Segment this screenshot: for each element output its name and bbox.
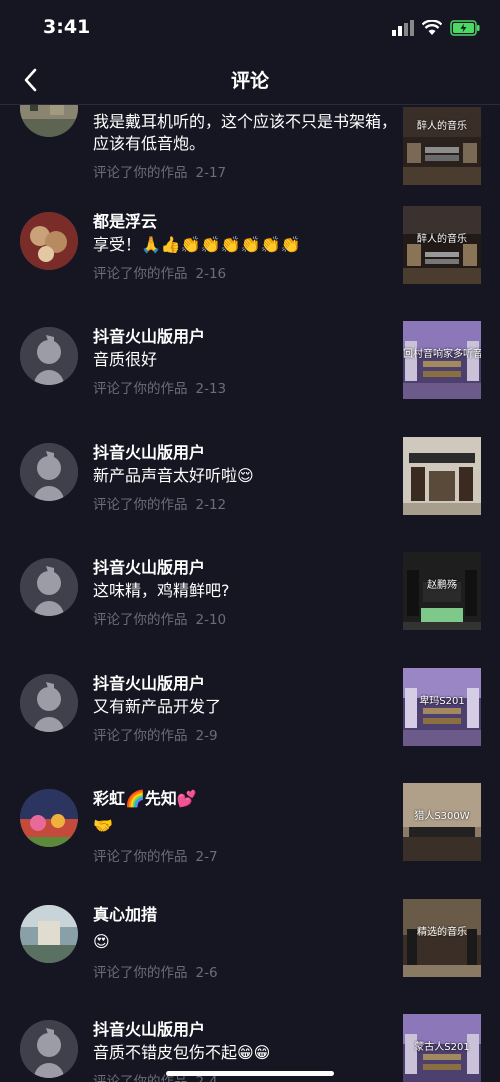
video-thumbnail[interactable]: 醉人的音乐 <box>403 206 481 284</box>
video-thumbnail[interactable]: 猎人S300W <box>403 783 481 861</box>
comment-text: 又有新产品开发了 <box>93 697 222 716</box>
status-icons <box>392 19 480 40</box>
comment-date: 2-6 <box>195 965 218 981</box>
comment-date: 2-9 <box>195 728 218 744</box>
user-name[interactable]: 抖音火山版用户 <box>93 439 205 463</box>
comment-date: 2-12 <box>195 497 227 513</box>
default-avatar-icon <box>20 443 78 501</box>
list-item[interactable]: 抖音火山版用户 这味精，鸡精鲜吧? 评论了你的作品 2-10 赵鹏殇 <box>0 552 500 674</box>
user-name[interactable]: 抖音火山版用户 <box>93 670 205 694</box>
meta-label: 评论了你的作品 <box>93 266 188 282</box>
video-thumbnail[interactable]: 醉人的音乐 <box>403 107 481 185</box>
avatar[interactable] <box>20 1020 78 1078</box>
list-item[interactable]: 真心加措 😍 评论了你的作品 2-6 精选的音乐 <box>0 899 500 1021</box>
user-name[interactable]: 抖音火山版用户 <box>93 323 205 347</box>
avatar[interactable] <box>20 558 78 616</box>
list-item[interactable]: 抖音火山版用户 又有新产品开发了 评论了你的作品 2-9 卑玛S201 <box>0 668 500 790</box>
page-title: 评论 <box>230 70 269 92</box>
user-name[interactable]: 抖音火山版用户 <box>93 554 205 578</box>
avatar[interactable] <box>20 105 78 137</box>
user-name[interactable]: 抖音火山版用户 <box>93 1016 205 1040</box>
default-avatar-icon <box>20 1020 78 1078</box>
comment-meta: 评论了你的作品 2-6 <box>93 961 218 981</box>
comment-text: 新产品声音太好听啦😌 <box>93 466 254 485</box>
video-thumbnail[interactable]: 卑玛S201 <box>403 668 481 746</box>
comment-meta: 评论了你的作品 2-9 <box>93 724 218 744</box>
avatar[interactable] <box>20 905 78 963</box>
status-time: 3:41 <box>43 16 91 38</box>
default-avatar-icon <box>20 327 78 385</box>
user-name[interactable]: 都是浮云 <box>93 208 157 232</box>
signal-icon <box>392 20 414 40</box>
default-avatar-icon <box>20 674 78 732</box>
meta-label: 评论了你的作品 <box>93 728 188 744</box>
comment-text: 我是戴耳机听的，这个应该不只是书架箱，应该有低音炮。 <box>93 112 398 153</box>
user-name[interactable]: 真心加措 <box>93 901 157 925</box>
status-bar: 3:41 <box>0 0 500 56</box>
comment-meta: 评论了你的作品 2-13 <box>93 377 226 397</box>
thumbnail-label: 蒙古人S201 <box>414 1042 470 1053</box>
comment-meta: 评论了你的作品 2-12 <box>93 493 226 513</box>
thumbnail-label: 醉人的音乐 <box>417 121 467 132</box>
comment-text: 🤝 <box>93 816 113 835</box>
comment-meta: 评论了你的作品 2-7 <box>93 845 218 865</box>
thumbnail-label: 猎人S300W <box>414 811 470 822</box>
comment-date: 2-7 <box>195 849 218 865</box>
meta-label: 评论了你的作品 <box>93 965 188 981</box>
comment-date: 2-17 <box>195 165 227 181</box>
meta-label: 评论了你的作品 <box>93 381 188 397</box>
avatar[interactable] <box>20 789 78 847</box>
thumbnail-label: 卑玛S201 <box>419 696 465 707</box>
thumbnail-label: 精选的音乐 <box>417 927 467 938</box>
avatar[interactable] <box>20 443 78 501</box>
video-thumbnail[interactable]: 精选的音乐 <box>403 899 481 977</box>
video-thumbnail[interactable] <box>403 437 481 515</box>
avatar[interactable] <box>20 674 78 732</box>
comment-text: 享受！🙏👍👏👏👏👏👏👏 <box>93 235 301 254</box>
comment-text: 音质不错皮包伤不起😁😁 <box>93 1043 271 1062</box>
wifi-icon <box>421 19 443 40</box>
comment-text: 音质很好 <box>93 350 158 369</box>
comment-text: 😍 <box>93 932 110 951</box>
comment-date: 2-16 <box>195 266 227 282</box>
comment-date: 2-10 <box>195 612 227 628</box>
user-name[interactable]: 彩虹🌈先知💕 <box>93 785 197 809</box>
home-indicator[interactable] <box>166 1071 334 1076</box>
comment-list[interactable]: 我是戴耳机听的，这个应该不只是书架箱，应该有低音炮。 评论了你的作品 2-17 醉… <box>0 105 500 1082</box>
avatar[interactable] <box>20 212 78 270</box>
video-thumbnail[interactable]: 蒙古人S201 <box>403 1014 481 1082</box>
comment-meta: 评论了你的作品 2-17 <box>93 161 226 181</box>
video-thumbnail[interactable]: 赵鹏殇 <box>403 552 481 630</box>
comment-meta: 评论了你的作品 2-10 <box>93 608 226 628</box>
list-item[interactable]: 都是浮云 享受！🙏👍👏👏👏👏👏👏 评论了你的作品 2-16 醉人的音乐 <box>0 206 500 328</box>
battery-icon <box>450 20 480 40</box>
list-item[interactable]: 彩虹🌈先知💕 🤝 评论了你的作品 2-7 猎人S300W <box>0 783 500 905</box>
thumbnail-label: 醉人的音乐 <box>417 234 467 245</box>
nav-bar: 评论 <box>0 56 500 105</box>
avatar[interactable] <box>20 327 78 385</box>
comment-meta: 评论了你的作品 2-16 <box>93 262 226 282</box>
meta-label: 评论了你的作品 <box>93 165 188 181</box>
meta-label: 评论了你的作品 <box>93 612 188 628</box>
meta-label: 评论了你的作品 <box>93 497 188 513</box>
meta-label: 评论了你的作品 <box>93 849 188 865</box>
thumbnail-label: 赵鹏殇 <box>427 580 457 591</box>
comment-text: 这味精，鸡精鲜吧? <box>93 581 230 600</box>
video-thumbnail[interactable]: 回村音响家多听音 <box>403 321 481 399</box>
list-item[interactable]: 抖音火山版用户 音质很好 评论了你的作品 2-13 回村音响家多听音 <box>0 321 500 443</box>
default-avatar-icon <box>20 558 78 616</box>
list-item[interactable]: 抖音火山版用户 新产品声音太好听啦😌 评论了你的作品 2-12 <box>0 437 500 559</box>
comment-date: 2-13 <box>195 381 227 397</box>
thumbnail-label: 回村音响家多听音 <box>403 349 481 360</box>
